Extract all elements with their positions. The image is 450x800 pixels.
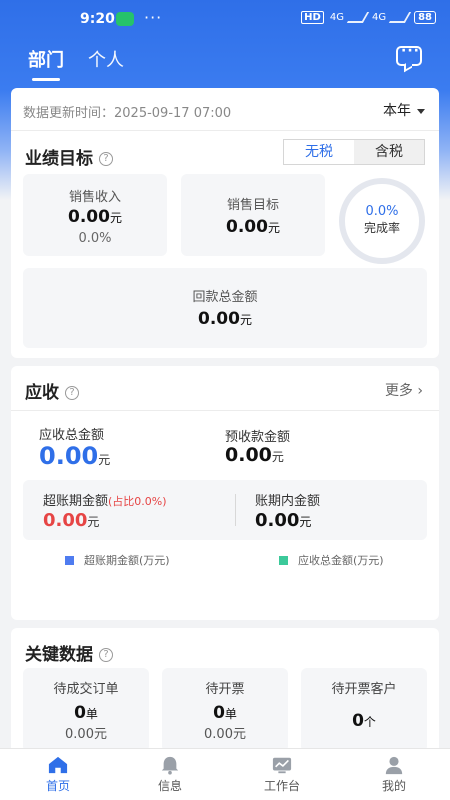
divider: [11, 410, 439, 411]
sales-income-value: 0.00元: [68, 207, 122, 227]
nav-workbench[interactable]: 工作台: [226, 749, 338, 800]
chart-monitor-icon: [272, 757, 292, 774]
nav-messages-label: 信息: [157, 779, 182, 793]
section-title-performance: 业绩目标?: [25, 144, 113, 169]
wechat-notification-icon: [116, 12, 134, 26]
bell-icon: [161, 756, 179, 775]
receivable-total-value[interactable]: 0.00元: [39, 442, 110, 470]
overdue-value[interactable]: 0.00元: [43, 510, 99, 531]
performance-card: 数据更新时间：2025-09-17 07:00 本年 业绩目标? 无税 含税 销…: [11, 88, 439, 358]
legend-overdue: 超账期金额(万元): [65, 552, 170, 568]
key-data-card: 关键数据? 待成交订单 0单 0.00元 待开票 0单 0.00元 待开票客户 …: [11, 628, 439, 758]
legend-swatch-green: [279, 555, 288, 565]
sales-target-value: 0.00元: [226, 217, 280, 237]
section-title-receivables: 应收?: [25, 378, 79, 403]
status-bar: 9:20 ··· HD 4G 4G 88: [0, 0, 450, 38]
completion-label: 完成率: [363, 221, 400, 235]
pending-orders-tile[interactable]: 待成交订单 0单 0.00元: [23, 668, 149, 752]
network-4g-label-2: 4G: [371, 12, 387, 23]
completion-ring: 0.0% 完成率: [339, 178, 425, 264]
toggle-incl-tax[interactable]: 含税: [354, 140, 424, 164]
status-time: 9:20: [80, 11, 115, 27]
legend-overdue-text: 超账期金额(万元): [84, 554, 170, 567]
overdue-label: 超账期金额(占比0.0%): [43, 494, 167, 509]
sales-target-tile[interactable]: 销售目标 0.00元: [181, 174, 325, 256]
key-data-title-text: 关键数据: [25, 645, 93, 665]
hd-icon: HD: [301, 11, 324, 24]
signal-icon-2: [388, 12, 412, 23]
home-icon: [48, 756, 68, 774]
performance-title-text: 业绩目标: [25, 149, 93, 169]
period-value: 本年: [383, 103, 411, 119]
update-time-label: 数据更新时间：: [23, 106, 115, 121]
toggle-excl-tax[interactable]: 无税: [284, 140, 354, 164]
sales-income-label: 销售收入: [68, 190, 121, 205]
nav-home-label: 首页: [45, 779, 70, 793]
pending-invoice-customers-label: 待开票客户: [331, 682, 397, 697]
pending-invoice-customers-tile[interactable]: 待开票客户 0个: [301, 668, 427, 752]
pending-invoice-tile[interactable]: 待开票 0单 0.00元: [162, 668, 288, 752]
pending-invoice-amount: 0.00元: [204, 727, 246, 742]
nav-mine-label: 我的: [381, 779, 406, 793]
help-icon[interactable]: ?: [65, 386, 79, 400]
nav-home[interactable]: 首页: [2, 749, 114, 800]
bottom-nav: 首页 信息 工作台 我的: [0, 748, 450, 800]
in-term-value[interactable]: 0.00元: [255, 510, 311, 531]
tab-department[interactable]: 部门: [28, 46, 64, 72]
sales-target-label: 销售目标: [226, 198, 279, 213]
section-title-key-data: 关键数据?: [25, 640, 113, 665]
sales-income-tile[interactable]: 销售收入 0.00元 0.0%: [23, 174, 167, 256]
more-notifications-icon: ···: [144, 8, 163, 27]
update-time-value: 2025-09-17 07:00: [114, 106, 232, 121]
top-tabs: 部门 个人: [0, 40, 450, 82]
help-icon[interactable]: ?: [99, 152, 113, 166]
user-icon: [385, 756, 403, 775]
nav-mine[interactable]: 我的: [338, 749, 450, 800]
period-select[interactable]: 本年: [383, 100, 425, 120]
message-icon[interactable]: [396, 43, 422, 66]
pending-invoice-label: 待开票: [205, 682, 245, 697]
pending-invoice-customers-count: 0个: [352, 711, 376, 731]
pending-orders-count: 0单: [74, 703, 98, 723]
receivables-card: 应收? 更多 › 应收总金额 0.00元 预收款金额 0.00元 超账期金额(占…: [11, 366, 439, 620]
overdue-ratio: (占比0.0%): [108, 495, 167, 508]
nav-workbench-label: 工作台: [263, 779, 300, 793]
legend-swatch-blue: [65, 555, 74, 565]
active-tab-indicator: [32, 78, 60, 81]
pending-orders-amount: 0.00元: [65, 727, 107, 742]
receivable-total-label: 应收总金额: [39, 428, 105, 443]
divider-vertical: [235, 494, 236, 526]
pending-orders-label: 待成交订单: [53, 682, 119, 697]
receivables-title-text: 应收: [25, 383, 59, 403]
pending-invoice-count: 0单: [213, 703, 237, 723]
help-icon[interactable]: ?: [99, 648, 113, 662]
nav-messages[interactable]: 信息: [114, 749, 226, 800]
signal-icon: [346, 12, 370, 23]
update-time-row: 数据更新时间：2025-09-17 07:00: [23, 102, 231, 121]
legend-total-text: 应收总金额(万元): [298, 554, 384, 567]
advance-label: 预收款金额: [225, 430, 291, 445]
caret-down-icon: [417, 108, 425, 114]
advance-value[interactable]: 0.00元: [225, 444, 284, 466]
in-term-label: 账期内金额: [255, 494, 321, 509]
network-4g-label: 4G: [329, 12, 344, 23]
collection-label: 回款总金额: [192, 290, 258, 305]
more-link[interactable]: 更多 ›: [385, 380, 423, 400]
battery-icon: 88: [414, 11, 436, 24]
collection-tile[interactable]: 回款总金额 0.00元: [23, 268, 427, 348]
collection-value: 0.00元: [198, 309, 252, 329]
tax-toggle: 无税 含税: [283, 139, 425, 165]
status-indicators: HD 4G 4G 88: [301, 11, 436, 24]
legend-total: 应收总金额(万元): [279, 552, 384, 568]
overdue-box: 超账期金额(占比0.0%) 0.00元 账期内金额 0.00元: [23, 480, 427, 540]
tab-personal[interactable]: 个人: [88, 46, 124, 72]
completion-percent: 0.0%: [365, 204, 399, 219]
sales-income-percent: 0.0%: [78, 231, 112, 246]
divider: [11, 130, 439, 131]
